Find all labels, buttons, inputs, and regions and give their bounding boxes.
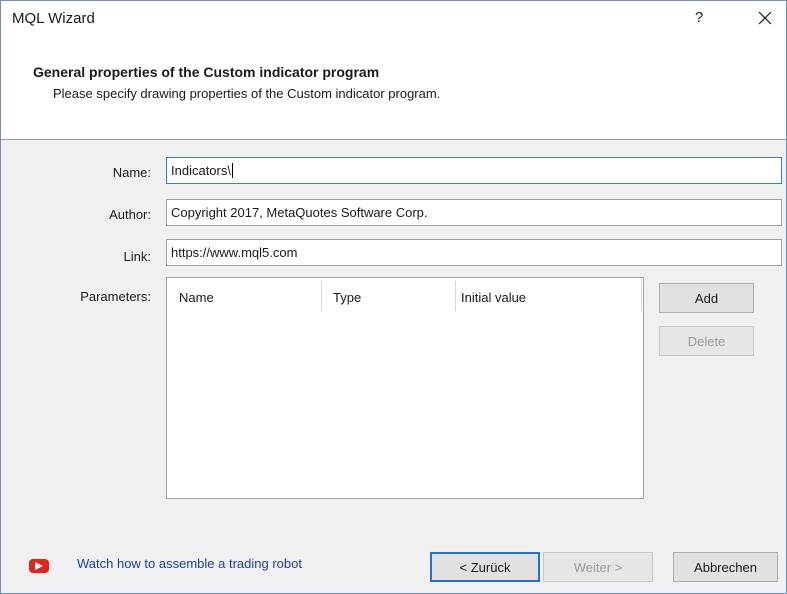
author-field-value: Copyright 2017, MetaQuotes Software Corp… [171, 205, 428, 220]
close-icon [758, 11, 772, 25]
link-field-value: https://www.mql5.com [171, 245, 298, 260]
cancel-button[interactable]: Abbrechen [673, 552, 778, 582]
window-title: MQL Wizard [12, 10, 95, 27]
wizard-body: Name: Indicators\ Author: Copyright 2017… [1, 140, 786, 593]
back-button[interactable]: < Zurück [430, 552, 540, 582]
text-caret [231, 163, 233, 178]
name-field-value: Indicators\ [171, 163, 231, 178]
wizard-header: General properties of the Custom indicat… [1, 35, 786, 139]
next-button[interactable]: Weiter > [543, 552, 653, 582]
name-label: Name: [112, 165, 151, 180]
author-field[interactable]: Copyright 2017, MetaQuotes Software Corp… [166, 199, 782, 226]
column-divider[interactable] [455, 281, 456, 311]
link-label: Link: [123, 249, 151, 264]
page-subheading: Please specify drawing properties of the… [53, 86, 441, 101]
column-divider[interactable] [641, 281, 642, 311]
column-header-type[interactable]: Type [333, 290, 361, 305]
column-divider[interactable] [321, 281, 322, 311]
parameters-label: Parameters: [80, 289, 151, 304]
parameters-list[interactable]: Name Type Initial value [166, 277, 644, 499]
link-field[interactable]: https://www.mql5.com [166, 239, 782, 266]
author-label: Author: [109, 207, 151, 222]
help-button[interactable]: ? [687, 6, 711, 30]
delete-button[interactable]: Delete [659, 326, 754, 356]
column-header-initial-value[interactable]: Initial value [461, 290, 526, 305]
youtube-play-icon[interactable] [29, 559, 49, 573]
play-icon [35, 562, 43, 570]
column-header-name[interactable]: Name [179, 290, 214, 305]
mql-wizard-dialog: MQL Wizard ? General properties of the C… [0, 0, 787, 594]
title-bar[interactable]: MQL Wizard ? [1, 1, 786, 35]
page-heading: General properties of the Custom indicat… [33, 64, 380, 80]
name-field[interactable]: Indicators\ [166, 157, 782, 184]
add-button[interactable]: Add [659, 283, 754, 313]
close-button[interactable] [745, 3, 785, 33]
watch-video-link[interactable]: Watch how to assemble a trading robot [77, 556, 302, 571]
